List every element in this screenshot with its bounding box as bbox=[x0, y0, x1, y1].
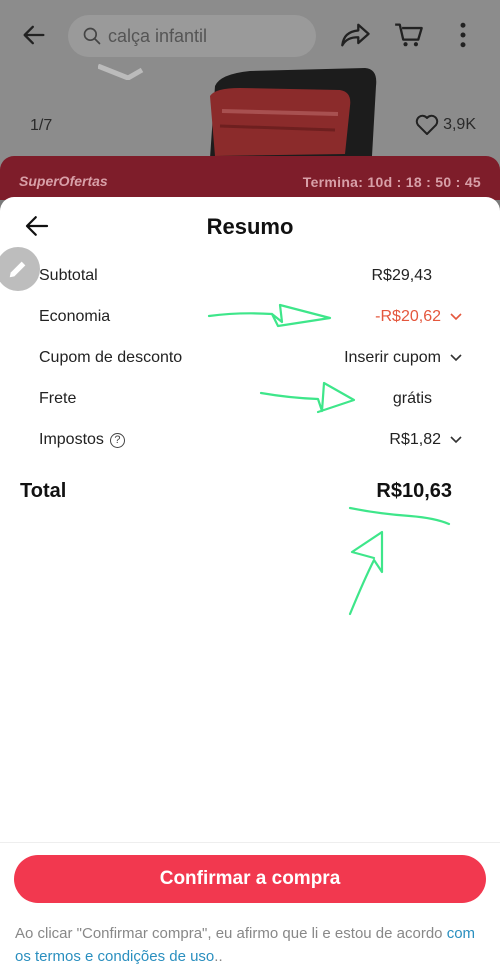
arrow-left-icon bbox=[23, 25, 45, 45]
promo-timer: Termina: 10d : 18 : 50 : 45 bbox=[302, 174, 481, 190]
footer-divider bbox=[0, 842, 500, 843]
summary-row-impostos[interactable]: Impostos ? R$1,82 bbox=[39, 425, 463, 455]
share-icon bbox=[341, 23, 370, 47]
summary-row-subtotal: Subtotal R$29,43 bbox=[39, 261, 463, 291]
cart-icon bbox=[395, 23, 423, 47]
row-label: Cupom de desconto bbox=[39, 349, 183, 366]
share-button[interactable] bbox=[336, 15, 376, 55]
sheet-header: Resumo bbox=[0, 197, 500, 257]
total-row: Total R$10,63 bbox=[20, 480, 452, 503]
like-button[interactable]: 3,9K bbox=[415, 114, 476, 136]
row-label: Economia bbox=[39, 308, 111, 325]
cart-button[interactable] bbox=[389, 15, 429, 55]
search-placeholder: calça infantil bbox=[108, 25, 208, 46]
sheet-title: Resumo bbox=[206, 214, 294, 239]
search-input[interactable]: calça infantil bbox=[68, 15, 316, 57]
image-counter: 1/7 bbox=[30, 117, 53, 134]
chevron-down-icon[interactable] bbox=[449, 312, 463, 322]
total-value: R$10,63 bbox=[376, 480, 452, 502]
edit-annotation-button[interactable] bbox=[0, 247, 40, 291]
terms-disclaimer: Ao clicar "Confirmar compra", eu afirmo … bbox=[15, 922, 485, 968]
top-bar: calça infantil bbox=[0, 0, 500, 70]
chevron-down-icon[interactable] bbox=[449, 435, 463, 445]
row-value: -R$20,62 bbox=[375, 308, 441, 325]
disclaimer-text: Ao clicar "Confirmar compra", eu afirmo … bbox=[15, 925, 447, 942]
disclaimer-end: .. bbox=[214, 948, 223, 965]
total-label: Total bbox=[20, 480, 67, 502]
promo-title: SuperOfertas bbox=[19, 173, 108, 189]
pencil-icon bbox=[9, 261, 26, 278]
heart-icon bbox=[415, 114, 439, 135]
row-label: Subtotal bbox=[39, 267, 98, 284]
insert-coupon-link[interactable]: Inserir cupom bbox=[344, 349, 441, 367]
help-icon[interactable]: ? bbox=[109, 432, 125, 448]
confirm-purchase-button[interactable]: Confirmar a compra bbox=[14, 855, 486, 903]
summary-row-economia[interactable]: Economia -R$20,62 bbox=[39, 302, 463, 332]
row-value: R$29,43 bbox=[371, 267, 433, 284]
likes-count: 3,9K bbox=[443, 116, 476, 133]
summary-row-coupon[interactable]: Cupom de desconto Inserir cupom bbox=[39, 343, 463, 373]
more-vertical-icon bbox=[460, 22, 466, 48]
summary-row-frete: Frete grátis bbox=[39, 384, 463, 414]
product-image-fragment bbox=[98, 64, 144, 80]
search-icon bbox=[83, 27, 101, 45]
back-button[interactable] bbox=[14, 15, 54, 55]
row-label: Impostos bbox=[39, 431, 104, 448]
chevron-down-icon[interactable] bbox=[449, 353, 463, 363]
product-page-background: calça infantil 1/7 3,9K SuperOfertas Ter… bbox=[0, 0, 500, 200]
row-value: R$1,82 bbox=[389, 431, 441, 448]
row-value: grátis bbox=[392, 390, 432, 407]
more-options-button[interactable] bbox=[443, 15, 483, 55]
product-image bbox=[210, 68, 377, 158]
row-label: Frete bbox=[39, 390, 77, 407]
